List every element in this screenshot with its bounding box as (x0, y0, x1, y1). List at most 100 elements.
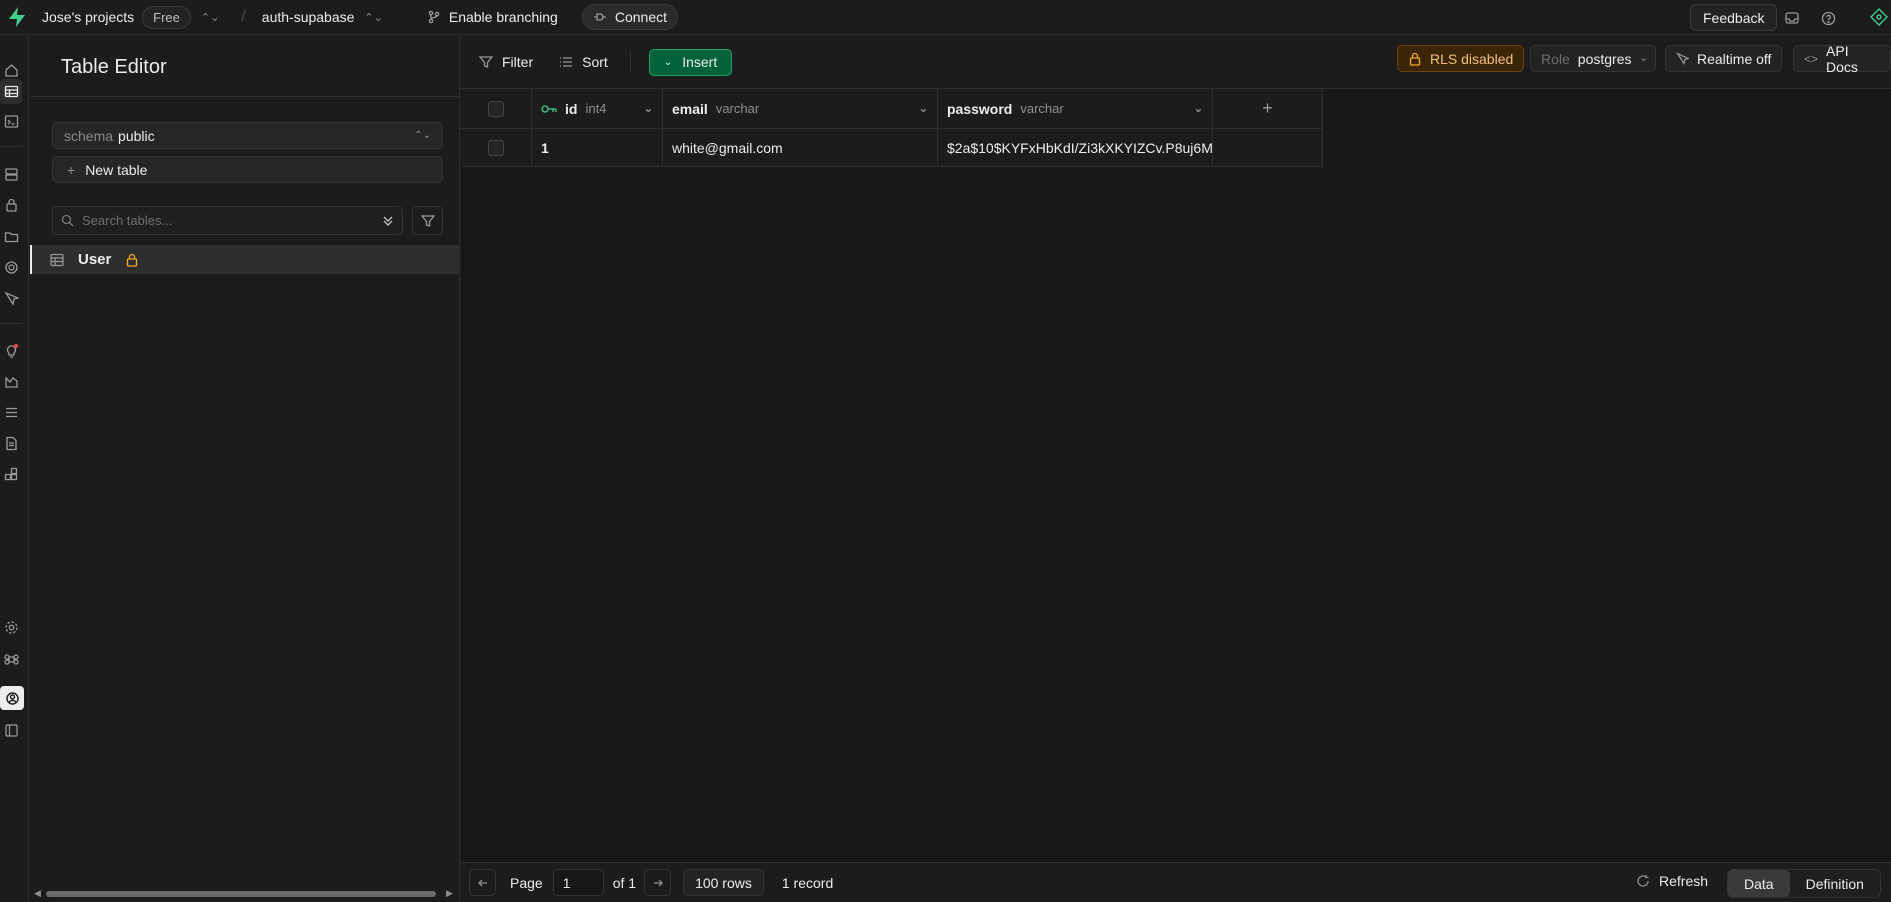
refresh-icon (1637, 875, 1649, 887)
previous-page-button[interactable] (469, 869, 496, 896)
view-toggle: Data Definition (1727, 869, 1881, 898)
assistant-icon[interactable] (1868, 6, 1890, 28)
grid-header-row: id int4 ⌄ email varchar ⌄ password varch… (461, 89, 1323, 129)
plus-icon: + (1262, 98, 1273, 118)
schema-select[interactable]: schema public ⌃⌄ (52, 122, 443, 149)
rls-label: RLS disabled (1430, 50, 1514, 67)
org-name[interactable]: Jose's projects (42, 9, 134, 25)
column-header-id[interactable]: id int4 ⌄ (532, 89, 663, 129)
integrations-icon[interactable] (0, 463, 22, 485)
api-docs-icon[interactable] (0, 432, 22, 454)
row-select-cell (461, 129, 532, 167)
supabase-logo-icon[interactable] (0, 0, 34, 35)
page-label: Page (510, 874, 543, 891)
storage-icon[interactable] (0, 225, 22, 247)
settings-gear-icon[interactable] (0, 616, 22, 638)
api-docs-button[interactable]: <> API Docs (1793, 43, 1891, 75)
scrollbar-thumb[interactable] (46, 891, 436, 897)
realtime-off-button[interactable]: Realtime off (1665, 45, 1783, 72)
authentication-icon[interactable] (0, 194, 22, 216)
toolbar-divider (629, 51, 631, 73)
row-checkbox[interactable] (488, 139, 504, 156)
sidebar-item-user-table[interactable]: User (30, 245, 460, 274)
filter-icon (420, 214, 435, 227)
filter-button[interactable]: Filter (469, 54, 543, 70)
sql-editor-icon[interactable] (0, 110, 22, 132)
database-icon[interactable] (0, 163, 22, 185)
advisors-icon[interactable] (0, 339, 22, 361)
realtime-cursor-icon (1676, 52, 1689, 65)
rail-divider (0, 146, 22, 147)
breadcrumb-separator: / (241, 8, 246, 25)
left-nav-rail (0, 36, 29, 902)
primary-key-icon (541, 104, 557, 113)
filter-label: Filter (502, 54, 534, 70)
feedback-button[interactable]: Feedback (1690, 4, 1778, 31)
arrow-left-icon (477, 879, 487, 886)
table-editor-icon[interactable] (0, 79, 22, 104)
enable-branching-button[interactable]: Enable branching (417, 5, 568, 29)
column-header-email[interactable]: email varchar ⌄ (663, 89, 938, 129)
home-icon[interactable] (0, 59, 22, 81)
role-select[interactable]: Role postgres ⌄ (1530, 45, 1656, 72)
table-icon (50, 253, 64, 266)
filter-tables-button[interactable] (412, 206, 443, 235)
tab-definition[interactable]: Definition (1790, 870, 1880, 897)
edge-functions-icon[interactable] (0, 256, 22, 278)
grid-toolbar: Filter Sort ⌄ Insert RLS disabled Role p… (461, 36, 1891, 89)
column-type: varchar (1020, 101, 1064, 116)
cell-password[interactable]: $2a$10$KYFxHbKdI/Zi3kXKYIZCv.P8uj6M (938, 129, 1213, 167)
inbox-icon[interactable] (1783, 9, 1801, 27)
filter-icon (479, 56, 493, 68)
org-breadcrumb[interactable]: Jose's projects Free ⌃⌄ (42, 5, 225, 29)
next-page-button[interactable] (644, 869, 672, 896)
realtime-label: Realtime off (1697, 50, 1772, 67)
sidebar-divider (30, 96, 460, 97)
rows-per-page-button[interactable]: 100 rows (683, 869, 764, 896)
connect-button[interactable]: Connect (581, 4, 678, 30)
scroll-right-arrow-icon[interactable]: ▶ (446, 888, 453, 899)
refresh-button[interactable]: Refresh (1626, 873, 1718, 889)
user-avatar-icon[interactable] (0, 686, 24, 710)
sort-label: Sort (582, 54, 608, 70)
scroll-left-arrow-icon[interactable]: ◀ (34, 888, 41, 899)
logs-icon[interactable] (0, 401, 22, 423)
insert-label: Insert (682, 54, 718, 70)
column-name: email (672, 100, 708, 117)
table-grid-panel: Filter Sort ⌄ Insert RLS disabled Role p… (461, 36, 1891, 902)
tab-data[interactable]: Data (1728, 870, 1790, 897)
insert-button[interactable]: ⌄ Insert (648, 48, 733, 76)
column-menu-chevron-icon[interactable]: ⌄ (1194, 102, 1203, 115)
sidebar-title: Table Editor (61, 56, 167, 78)
add-column-button[interactable]: + (1213, 89, 1323, 129)
cell-id[interactable]: 1 (532, 129, 663, 167)
org-switch-chevron-icon[interactable]: ⌃⌄ (201, 11, 219, 24)
column-menu-chevron-icon[interactable]: ⌄ (644, 102, 653, 115)
project-switch-chevron-icon[interactable]: ⌃⌄ (364, 11, 382, 24)
search-icon (61, 214, 74, 227)
search-tables-box[interactable] (52, 206, 403, 235)
collapse-sidebar-icon[interactable] (0, 719, 22, 741)
select-all-checkbox[interactable] (488, 100, 504, 117)
page-number-input[interactable] (552, 869, 604, 896)
cell-email[interactable]: white@gmail.com (663, 129, 938, 167)
column-menu-chevron-icon[interactable]: ⌄ (919, 102, 928, 115)
empty-cell (1213, 129, 1323, 167)
column-header-password[interactable]: password varchar ⌄ (938, 89, 1213, 129)
sidebar-horizontal-scrollbar[interactable]: ◀ ▶ (30, 886, 460, 902)
command-menu-icon[interactable] (0, 648, 22, 670)
help-icon[interactable] (1819, 9, 1837, 27)
role-label: Role (1541, 50, 1570, 67)
project-name[interactable]: auth-supabase (262, 9, 355, 25)
reports-icon[interactable] (0, 370, 22, 392)
table-name: User (78, 251, 112, 268)
search-tables-input[interactable] (82, 213, 374, 228)
project-breadcrumb[interactable]: auth-supabase ⌃⌄ (262, 9, 389, 25)
plan-badge: Free (142, 5, 191, 29)
new-table-button[interactable]: + New table (52, 156, 443, 183)
realtime-icon[interactable] (0, 287, 22, 309)
table-editor-sidebar: Table Editor schema public ⌃⌄ + New tabl… (30, 36, 460, 902)
chevrons-down-icon[interactable] (382, 215, 394, 227)
sort-button[interactable]: Sort (549, 54, 618, 70)
rls-disabled-button[interactable]: RLS disabled (1397, 45, 1525, 72)
